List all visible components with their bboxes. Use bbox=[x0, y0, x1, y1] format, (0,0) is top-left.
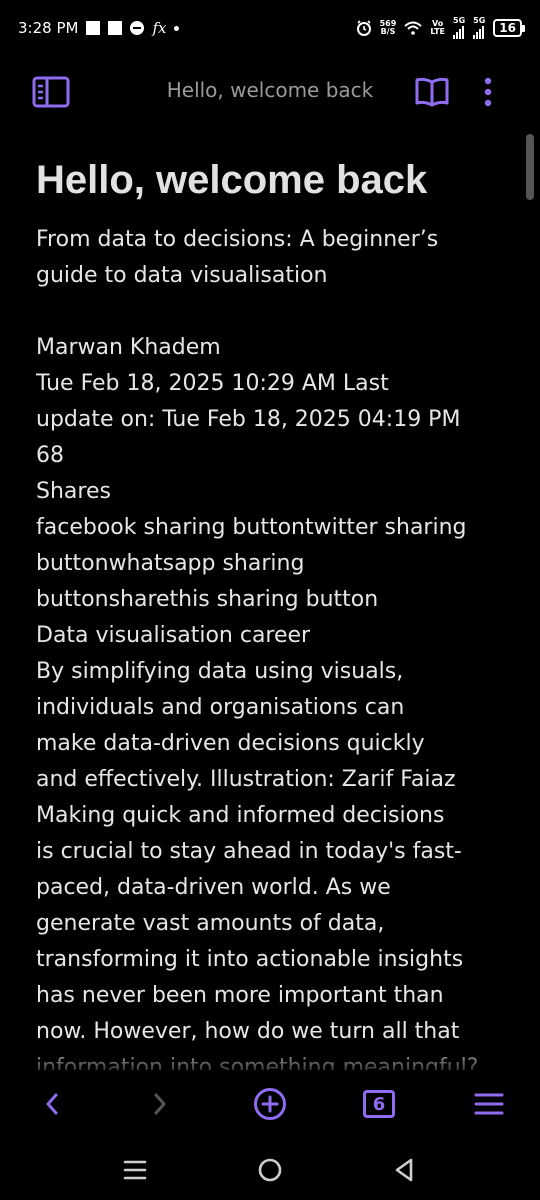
reader-mode-button[interactable] bbox=[412, 72, 452, 112]
article-line: individuals and organisations can bbox=[36, 695, 405, 720]
signal-bars-icon-2 bbox=[473, 25, 485, 39]
signal-bars-icon bbox=[453, 25, 465, 39]
status-time: 3:28 PM bbox=[18, 19, 79, 37]
status-bar: 3:28 PM fx 569 B/S Vo LTE 5G 5G 16 bbox=[0, 0, 540, 56]
chat-bubble-icon bbox=[130, 21, 145, 35]
recent-apps-button[interactable] bbox=[120, 1156, 150, 1184]
sim1-signal: 5G bbox=[453, 17, 465, 39]
hamburger-menu-icon bbox=[474, 1093, 504, 1115]
article-line: By simplifying data using visuals, bbox=[36, 659, 404, 684]
net-speed-unit: B/S bbox=[380, 27, 396, 36]
article-line: 68 bbox=[36, 443, 64, 468]
new-tab-button[interactable] bbox=[252, 1086, 288, 1122]
tabs-button[interactable]: 6 bbox=[360, 1086, 398, 1122]
forward-button[interactable] bbox=[144, 1086, 176, 1122]
article-line: Tue Feb 18, 2025 10:29 AM Last bbox=[36, 371, 389, 396]
article-line: Data visualisation career bbox=[36, 623, 311, 648]
article-line: Shares bbox=[36, 479, 111, 504]
alarm-icon bbox=[356, 20, 371, 36]
system-back-button[interactable] bbox=[390, 1156, 418, 1184]
bottom-toolbar: 6 bbox=[0, 1070, 540, 1136]
status-right: 569 B/S Vo LTE 5G 5G 16 bbox=[356, 17, 525, 39]
chevron-left-icon bbox=[46, 1093, 58, 1115]
top-app-bar: Hello, welcome back bbox=[0, 56, 540, 128]
plus-circle-icon bbox=[254, 1088, 286, 1120]
article-line: buttonwhatsapp sharing bbox=[36, 551, 305, 576]
scrollbar-thumb[interactable] bbox=[526, 134, 534, 200]
article-line: guide to data visualisation bbox=[36, 263, 328, 288]
battery-indicator: 16 bbox=[493, 19, 525, 37]
more-notifications-dot-icon bbox=[174, 25, 180, 31]
sim2-label: 5G bbox=[473, 16, 486, 25]
article-line: has never been more important than bbox=[36, 983, 444, 1008]
back-triangle-icon bbox=[395, 1158, 413, 1182]
page-title-bar: Hello, welcome back bbox=[166, 78, 374, 102]
article-line: buttonsharethis sharing button bbox=[36, 587, 379, 612]
sim2-signal: 5G bbox=[473, 17, 485, 39]
net-speed: 569 B/S bbox=[380, 20, 397, 36]
article-line: paced, data-driven world. As we bbox=[36, 875, 391, 900]
volte-indicator: Vo LTE bbox=[430, 20, 445, 36]
wifi-icon bbox=[404, 21, 422, 35]
home-button[interactable] bbox=[256, 1156, 284, 1184]
article-body: From data to decisions: A beginner’s guid… bbox=[36, 222, 496, 1070]
tab-count-icon: 6 bbox=[363, 1090, 395, 1118]
tab-count: 6 bbox=[372, 1093, 386, 1115]
volte-bottom: LTE bbox=[430, 27, 446, 36]
article-line: is crucial to stay ahead in today's fast… bbox=[36, 839, 462, 864]
status-left: 3:28 PM fx bbox=[18, 19, 180, 37]
article-line: generate vast amounts of data, bbox=[36, 911, 385, 936]
fx-icon: fx bbox=[152, 19, 167, 37]
notification-square-icon bbox=[86, 21, 101, 35]
chevron-right-icon bbox=[154, 1093, 166, 1115]
article-line: update on: Tue Feb 18, 2025 04:19 PM bbox=[36, 407, 461, 432]
article-line: Marwan Khadem bbox=[36, 335, 221, 360]
article-line: Making quick and informed decisions bbox=[36, 803, 445, 828]
article-headline: Hello, welcome back bbox=[36, 158, 428, 202]
more-options-button[interactable] bbox=[476, 72, 500, 112]
article-line: make data-driven decisions quickly bbox=[36, 731, 425, 756]
article-line: From data to decisions: A beginner’s bbox=[36, 227, 439, 252]
more-vertical-icon bbox=[484, 77, 492, 107]
article-line: facebook sharing buttontwitter sharing bbox=[36, 515, 467, 540]
article-line: transforming it into actionable insights bbox=[36, 947, 464, 972]
main-menu-button[interactable] bbox=[472, 1086, 506, 1122]
sim1-label: 5G bbox=[453, 16, 466, 25]
system-nav-bar bbox=[0, 1136, 540, 1200]
notification-square-icon-2 bbox=[108, 21, 123, 35]
home-circle-icon bbox=[258, 1158, 282, 1182]
article-content: Hello, welcome back From data to decisio… bbox=[36, 148, 496, 1070]
recents-icon bbox=[123, 1160, 147, 1180]
back-button[interactable] bbox=[36, 1086, 68, 1122]
open-book-icon bbox=[415, 77, 449, 107]
article-line bbox=[36, 294, 496, 330]
article-line: and effectively. Illustration: Zarif Fai… bbox=[36, 767, 456, 792]
